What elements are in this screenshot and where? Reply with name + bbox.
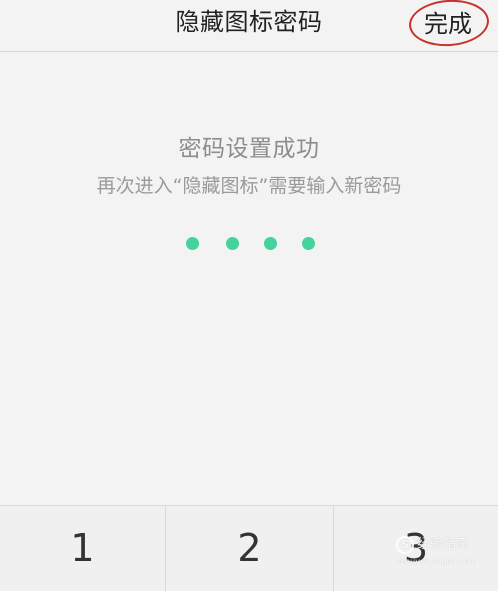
hidden-icon-password-screen: 隐藏图标密码 完成 密码设置成功 再次进入“隐藏图标”需要输入新密码 1 2 3… [0, 0, 498, 591]
navigation-bar: 隐藏图标密码 完成 [0, 0, 498, 52]
done-button[interactable]: 完成 [412, 6, 484, 44]
password-dot-filled [302, 237, 315, 250]
password-indicator-dots [0, 237, 498, 251]
password-dot-filled [186, 237, 199, 250]
keypad-key-3[interactable]: 3 [334, 506, 498, 591]
numeric-keypad: 1 2 3 [0, 505, 498, 591]
password-success-message: 再次进入“隐藏图标”需要输入新密码 [96, 175, 402, 197]
password-success-title: 密码设置成功 [178, 136, 320, 162]
password-dot-filled [226, 237, 239, 250]
keypad-key-2[interactable]: 2 [166, 506, 334, 591]
keypad-key-1[interactable]: 1 [0, 506, 166, 591]
password-dot-filled [264, 237, 277, 250]
